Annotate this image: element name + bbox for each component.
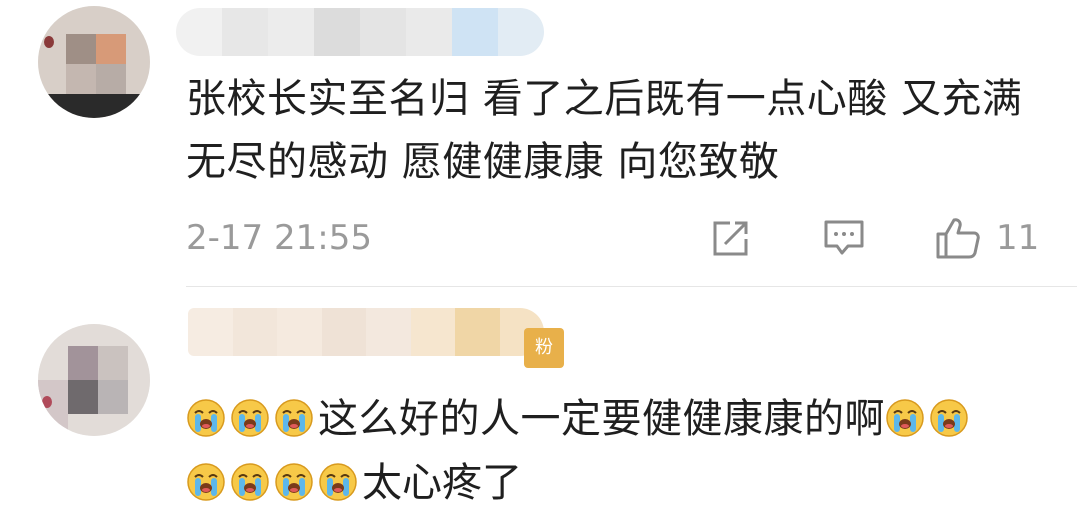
share-button[interactable]: [710, 214, 752, 262]
crying-emoji-group: [186, 460, 362, 506]
crying-emoji-icon: [319, 463, 357, 501]
comment-button[interactable]: [822, 214, 866, 262]
comment-text-line2-body: 太心疼了: [362, 460, 522, 506]
avatar[interactable]: [38, 324, 150, 436]
comment-item: 张校长实至名归 看了之后既有一点心酸 又充满无尽的感动 愿健健康康 向您致敬 2…: [0, 0, 1077, 287]
divider: [186, 286, 1077, 287]
crying-emoji-group: [885, 396, 973, 442]
avatar[interactable]: [38, 6, 150, 118]
comment-meta: 2-17 21:55 11: [186, 214, 1047, 262]
timestamp: 2-17 21:55: [186, 218, 372, 258]
crying-emoji-icon: [231, 463, 269, 501]
crying-emoji-icon: [231, 399, 269, 437]
crying-emoji-icon: [886, 399, 924, 437]
username-blurred[interactable]: [188, 308, 544, 356]
comment-item: 粉 这么好的人一定要健健康康的啊 太心疼了: [0, 288, 1077, 506]
share-icon: [713, 221, 748, 256]
crying-emoji-icon: [930, 399, 968, 437]
crying-emoji-icon: [275, 463, 313, 501]
crying-emoji-icon: [187, 463, 225, 501]
crying-emoji-icon: [187, 399, 225, 437]
username-blurred[interactable]: [176, 8, 544, 56]
like-button[interactable]: 11: [934, 214, 1039, 262]
comment-text: 张校长实至名归 看了之后既有一点心酸 又充满无尽的感动 愿健健康康 向您致敬: [186, 76, 1023, 185]
comment-text: 这么好的人一定要健健康康的啊: [186, 388, 1047, 451]
like-icon: [936, 218, 980, 259]
like-count: 11: [996, 218, 1040, 258]
crying-emoji-group: [186, 396, 318, 442]
comment-text-body: 这么好的人一定要健健康康的啊: [318, 396, 885, 442]
comment-icon: [824, 220, 864, 255]
crying-emoji-icon: [275, 399, 313, 437]
comment-text-line2: 太心疼了: [186, 452, 522, 522]
fan-badge: 粉: [524, 328, 564, 368]
